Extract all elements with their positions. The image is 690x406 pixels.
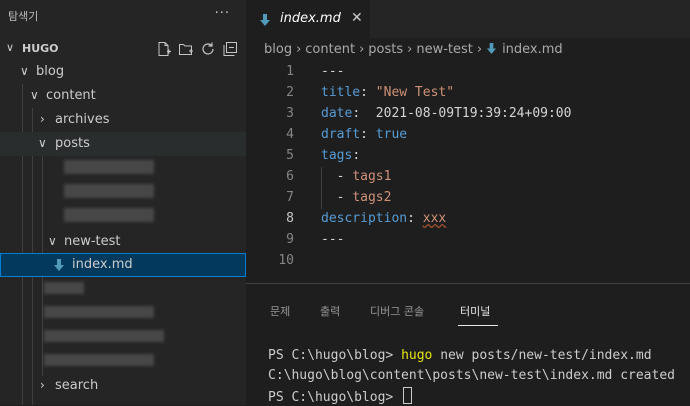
line-number: 3 [286, 106, 294, 121]
line-number: 4 [286, 127, 294, 142]
blurred-item [44, 282, 84, 294]
breadcrumb: blog › content › posts › new-test › index.md [246, 38, 690, 62]
yaml-key: description [321, 211, 408, 226]
tree-item-index-md[interactable]: index.md [0, 253, 246, 277]
bottom-panel: 문제 출력 디버그 콘솔 터미널 PS C:\hugo\blog> hugo n… [246, 283, 690, 406]
terminal-line[interactable]: PS C:\hugo\blog> [268, 387, 413, 405]
yaml-key: title [321, 85, 361, 100]
terminal-prompt: PS C:\hugo\blog> [268, 348, 402, 363]
blurred-item [44, 330, 164, 342]
workspace-root[interactable]: ∨ HUGO [0, 38, 246, 60]
collapse-all-icon[interactable] [222, 41, 238, 57]
yaml-value: true [375, 127, 408, 142]
line-text: --- [321, 64, 345, 79]
chevron-right-icon: › [296, 42, 302, 57]
tab-terminal[interactable]: 터미널 [460, 303, 490, 319]
breadcrumb-item[interactable]: index.md [502, 42, 563, 57]
line-number: 2 [286, 85, 294, 100]
tab-debug-console[interactable]: 디버그 콘솔 [370, 303, 424, 319]
code-line: 1 --- [246, 62, 690, 83]
markdown-file-icon [53, 258, 65, 276]
tree-item-blog[interactable]: ∨ blog [0, 60, 246, 84]
yaml-value: "New Test" [375, 85, 455, 100]
blurred-item [64, 160, 154, 174]
terminal-command: hugo [401, 348, 433, 363]
line-number: 6 [286, 169, 294, 184]
terminal-line: C:\hugo\blog\content\posts\new-test\inde… [268, 368, 675, 383]
tree-item-new-test[interactable]: ∨ new-test [0, 230, 246, 254]
tree-item-content[interactable]: ∨ content [0, 84, 246, 108]
chevron-down-icon: ∨ [30, 88, 39, 102]
chevron-right-icon: › [359, 42, 365, 57]
line-number: 10 [278, 253, 294, 268]
chevron-right-icon: › [40, 112, 45, 126]
blurred-item [44, 354, 154, 366]
yaml-value: 2021-08-09T19:39:24+09:00 [375, 106, 572, 121]
blurred-item [64, 208, 154, 222]
breadcrumb-item[interactable]: blog [264, 42, 292, 57]
tree-item-archives[interactable]: › archives [0, 108, 246, 132]
line-number: 7 [286, 190, 294, 205]
code-editor[interactable]: 1 --- 2 title: "New Test" 3 date: 2021-0… [246, 62, 690, 280]
chevron-down-icon: ∨ [6, 41, 15, 54]
explorer-sidebar: 탐색기 ··· ∨ HUGO ∨ blog ∨ content › archiv… [0, 0, 246, 405]
line-number: 9 [286, 232, 294, 247]
yaml-key: draft [321, 127, 361, 142]
breadcrumb-item[interactable]: content [305, 42, 355, 57]
chevron-right-icon: › [407, 42, 413, 57]
markdown-file-icon [259, 12, 271, 31]
code-line: 8 description: xxx [246, 209, 690, 230]
code-line: 9 --- [246, 230, 690, 251]
code-line: 5 tags: [246, 146, 690, 167]
tab-index-md[interactable]: index.md ✕ [246, 0, 370, 38]
yaml-key: tags [321, 148, 353, 163]
active-tab-indicator [458, 325, 498, 326]
terminal-line: PS C:\hugo\blog> hugo new posts/new-test… [268, 348, 652, 363]
code-line: 7 - tags2 [246, 188, 690, 209]
chevron-right-icon: › [40, 378, 45, 392]
yaml-list-item: tags1 [352, 169, 392, 184]
explorer-title: 탐색기 [8, 10, 39, 23]
line-number: 8 [286, 211, 294, 226]
yaml-key: date [321, 106, 353, 121]
code-line: 6 - tags1 [246, 167, 690, 188]
tree-item-search[interactable]: › search [0, 374, 246, 398]
new-folder-icon[interactable] [178, 41, 194, 57]
refresh-icon[interactable] [200, 41, 216, 57]
code-line: 4 draft: true [246, 125, 690, 146]
terminal-prompt: PS C:\hugo\blog> [268, 390, 402, 405]
terminal-args: new posts/new-test/index.md [432, 348, 652, 363]
more-actions-button[interactable]: ··· [215, 6, 230, 21]
line-text: --- [321, 232, 345, 247]
tab-problems[interactable]: 문제 [270, 303, 290, 319]
line-number: 1 [286, 64, 294, 79]
editor-tab-bar: index.md ✕ [246, 0, 690, 38]
chevron-down-icon: ∨ [20, 64, 29, 78]
code-line: 10 [246, 251, 690, 272]
chevron-down-icon: ∨ [48, 234, 57, 248]
markdown-file-icon [486, 42, 497, 57]
chevron-right-icon: › [476, 42, 483, 57]
chevron-down-icon: ∨ [38, 136, 47, 150]
yaml-list-item: tags2 [352, 190, 392, 205]
workspace-root-label: HUGO [22, 42, 59, 55]
breadcrumb-item[interactable]: new-test [416, 42, 473, 57]
line-number: 5 [286, 148, 294, 163]
breadcrumb-item[interactable]: posts [368, 42, 403, 57]
tree-item-posts[interactable]: ∨ posts [0, 132, 246, 156]
yaml-value: xxx [422, 211, 447, 226]
blurred-item [64, 184, 154, 198]
blurred-item [44, 306, 154, 318]
code-line: 3 date: 2021-08-09T19:39:24+09:00 [246, 104, 690, 125]
code-line: 2 title: "New Test" [246, 83, 690, 104]
new-file-icon[interactable] [156, 41, 172, 57]
tab-output[interactable]: 출력 [320, 303, 340, 319]
terminal-cursor [403, 387, 413, 404]
close-icon[interactable]: ✕ [351, 10, 363, 26]
tab-label: index.md [280, 11, 341, 26]
